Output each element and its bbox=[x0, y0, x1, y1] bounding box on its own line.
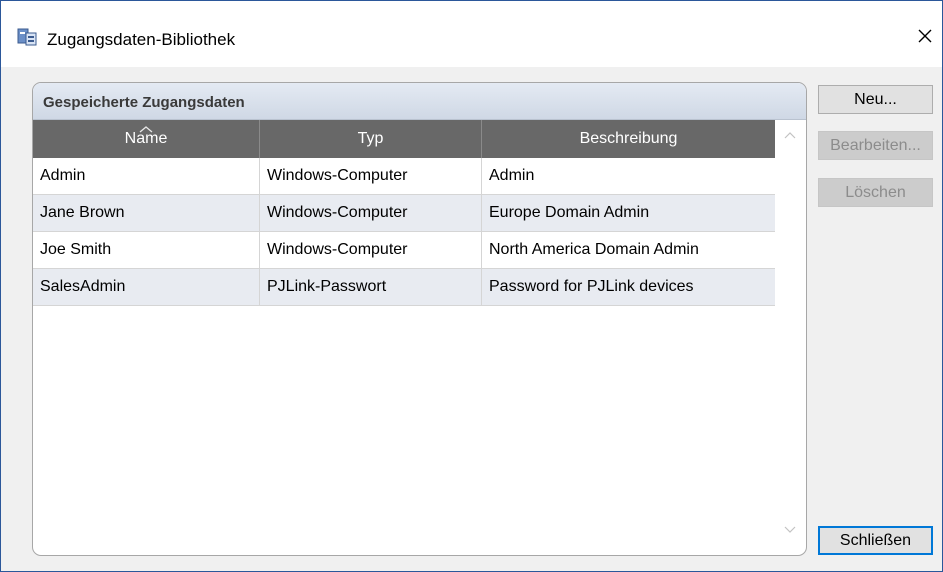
cell-name: SalesAdmin bbox=[33, 269, 260, 305]
scroll-up-icon[interactable] bbox=[784, 126, 796, 144]
column-header-label: Beschreibung bbox=[579, 130, 678, 147]
cell-description: Admin bbox=[482, 158, 776, 194]
cell-description: Europe Domain Admin bbox=[482, 195, 776, 231]
table-row[interactable]: SalesAdmin PJLink-Passwort Password for … bbox=[33, 269, 776, 306]
cell-description: Password for PJLink devices bbox=[482, 269, 776, 305]
cell-type: PJLink-Passwort bbox=[260, 269, 482, 305]
delete-button[interactable]: Löschen bbox=[818, 178, 933, 207]
credentials-library-icon bbox=[17, 27, 37, 47]
vertical-scrollbar[interactable] bbox=[775, 120, 806, 541]
table-row[interactable]: Admin Windows-Computer Admin bbox=[33, 158, 776, 195]
column-header-type[interactable]: Typ bbox=[260, 120, 482, 158]
group-header: Gespeicherte Zugangsdaten bbox=[33, 83, 806, 120]
close-window-button[interactable] bbox=[908, 23, 942, 53]
cell-description: North America Domain Admin bbox=[482, 232, 776, 268]
saved-credentials-group: Gespeicherte Zugangsdaten Name Typ Besch… bbox=[32, 82, 807, 556]
cell-type: Windows-Computer bbox=[260, 195, 482, 231]
title-bar: Zugangsdaten-Bibliothek bbox=[1, 1, 942, 67]
close-icon bbox=[917, 28, 933, 49]
column-header-label: Typ bbox=[357, 130, 384, 147]
cell-type: Windows-Computer bbox=[260, 158, 482, 194]
window-title: Zugangsdaten-Bibliothek bbox=[47, 30, 236, 49]
close-button[interactable]: Schließen bbox=[818, 526, 933, 555]
table-header: Name Typ Beschreibung bbox=[33, 120, 776, 158]
scroll-down-icon[interactable] bbox=[784, 521, 796, 539]
column-header-description[interactable]: Beschreibung bbox=[482, 120, 776, 158]
sort-ascending-icon bbox=[139, 120, 153, 138]
new-button[interactable]: Neu... bbox=[818, 85, 933, 114]
cell-name: Jane Brown bbox=[33, 195, 260, 231]
credentials-library-dialog: Zugangsdaten-Bibliothek Gespeicherte Zug… bbox=[0, 0, 943, 572]
edit-button[interactable]: Bearbeiten... bbox=[818, 131, 933, 160]
table-row[interactable]: Joe Smith Windows-Computer North America… bbox=[33, 232, 776, 269]
cell-name: Admin bbox=[33, 158, 260, 194]
group-title: Gespeicherte Zugangsdaten bbox=[43, 94, 245, 111]
column-header-name[interactable]: Name bbox=[33, 120, 260, 158]
cell-type: Windows-Computer bbox=[260, 232, 482, 268]
cell-name: Joe Smith bbox=[33, 232, 260, 268]
table-row[interactable]: Jane Brown Windows-Computer Europe Domai… bbox=[33, 195, 776, 232]
